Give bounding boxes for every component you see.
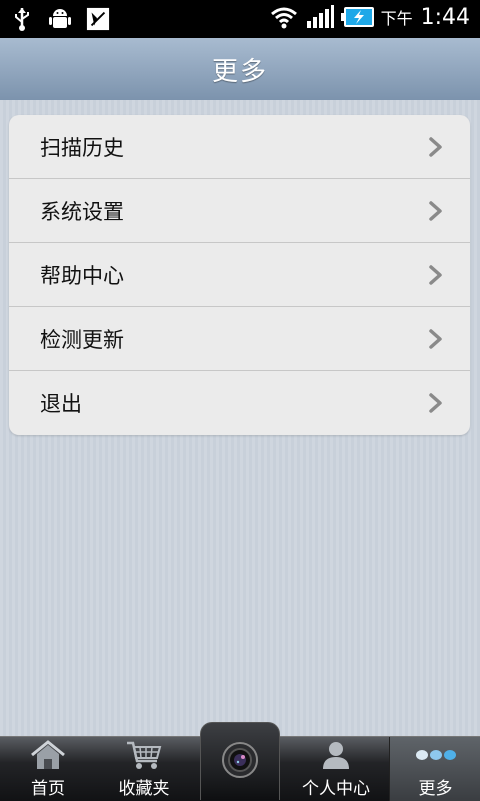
battery-charging-icon (340, 4, 375, 30)
tab-label: 个人中心 (302, 779, 370, 799)
tab-favorites[interactable]: 收藏夹 (96, 737, 192, 801)
menu-item-label: 检测更新 (40, 327, 124, 352)
more-dots-icon (412, 738, 460, 772)
menu-item-scan-history[interactable]: 扫描历史 (9, 115, 470, 179)
android-debug-icon (48, 6, 72, 32)
status-time: 1:44 (420, 4, 470, 30)
tab-more[interactable]: 更多 (389, 737, 480, 801)
menu-item-label: 系统设置 (40, 199, 124, 224)
title-bar: 更多 (0, 38, 480, 101)
settings-menu: 扫描历史 系统设置 帮助中心 检测更新 退出 (9, 115, 470, 435)
menu-item-help-center[interactable]: 帮助中心 (9, 243, 470, 307)
menu-item-system-settings[interactable]: 系统设置 (9, 179, 470, 243)
menu-item-logout[interactable]: 退出 (9, 371, 470, 435)
signal-icon (305, 4, 335, 30)
cart-icon (124, 738, 164, 772)
status-ampm: 下午 (380, 9, 413, 28)
menu-item-label: 帮助中心 (40, 263, 124, 288)
page-title: 更多 (211, 56, 268, 87)
tab-personal-center[interactable]: 个人中心 (288, 737, 384, 801)
chevron-right-icon (429, 264, 442, 285)
menu-item-label: 扫描历史 (40, 135, 124, 160)
menu-item-label: 退出 (40, 392, 82, 416)
camera-icon (221, 741, 259, 783)
camera-scan-button[interactable] (200, 722, 280, 800)
menu-item-check-update[interactable]: 检测更新 (9, 307, 470, 371)
user-icon (316, 738, 356, 772)
chevron-right-icon (429, 393, 442, 413)
home-icon (28, 738, 68, 772)
tab-label: 首页 (31, 779, 65, 799)
status-bar: 下午 1:44 (0, 0, 480, 38)
tab-label: 更多 (418, 779, 453, 799)
tab-home[interactable]: 首页 (0, 737, 96, 801)
chevron-right-icon (429, 200, 442, 221)
tab-label: 收藏夹 (118, 779, 170, 799)
chevron-right-icon (429, 328, 442, 349)
no-sim-icon (86, 6, 110, 32)
usb-icon (10, 6, 34, 32)
wifi-icon (269, 4, 299, 30)
chevron-right-icon (429, 136, 442, 157)
